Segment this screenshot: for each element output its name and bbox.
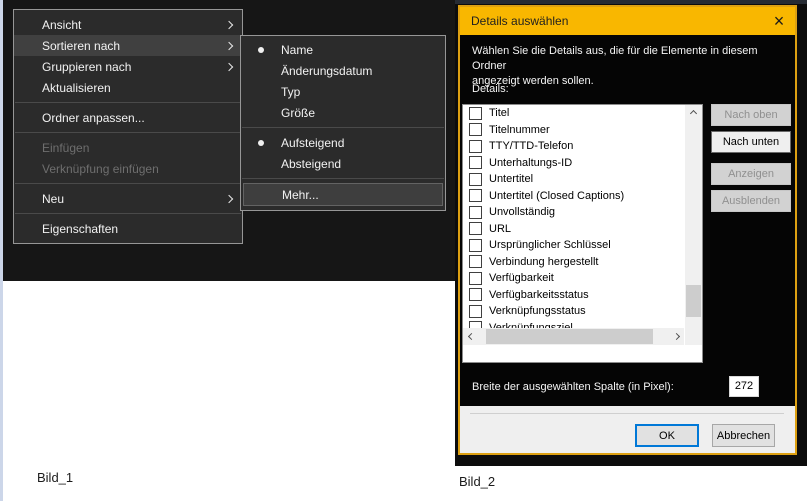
list-item[interactable]: Titel	[463, 105, 684, 122]
menu-separator	[15, 183, 241, 184]
menu-separator	[15, 132, 241, 133]
nach-unten-button[interactable]: Nach unten	[711, 131, 791, 153]
checkbox[interactable]	[469, 255, 482, 269]
ausblenden-button: Ausblenden	[711, 190, 791, 212]
dialog-footer: OK Abbrechen	[460, 406, 795, 453]
radio-bullet-icon	[258, 140, 264, 146]
checkbox[interactable]	[469, 271, 482, 285]
listbox-items: Titel Titelnummer TTY/TTD-Telefon Unterh…	[463, 105, 684, 344]
scroll-left-icon[interactable]	[463, 328, 479, 345]
details-dialog: Details auswählen × Wählen Sie die Detai…	[458, 5, 797, 455]
checkbox[interactable]	[469, 238, 482, 252]
menu-item-einfuegen: Einfügen	[42, 140, 90, 155]
image-caption-1: Bild_1	[37, 470, 74, 485]
submenu-item-name[interactable]: Name	[241, 39, 445, 60]
anzeigen-button: Anzeigen	[711, 163, 791, 185]
menu-separator	[242, 178, 444, 179]
image-caption-2: Bild_2	[459, 474, 496, 489]
radio-bullet-icon	[258, 47, 264, 53]
ok-button[interactable]: OK	[635, 424, 699, 447]
cancel-button[interactable]: Abbrechen	[712, 424, 775, 447]
checkbox[interactable]	[469, 189, 482, 203]
checkbox[interactable]	[469, 222, 482, 236]
list-item[interactable]: Ursprünglicher Schlüssel	[463, 237, 684, 254]
checkbox[interactable]	[469, 205, 482, 219]
list-item[interactable]: Verfügbarkeit	[463, 270, 684, 287]
submenu-item-mehr[interactable]: Mehr...	[243, 183, 443, 206]
submenu-item-groesse[interactable]: Größe	[241, 102, 445, 123]
dialog-title: Details auswählen	[471, 14, 569, 28]
details-label: Details:	[472, 83, 509, 95]
dialog-titlebar: Details auswählen ×	[460, 7, 795, 35]
menu-item-eigenschaften[interactable]: Eigenschaften	[14, 218, 242, 239]
list-item[interactable]: URL	[463, 221, 684, 238]
list-item[interactable]: Unvollständig	[463, 204, 684, 221]
list-item[interactable]: Unterhaltungs-ID	[463, 155, 684, 172]
dialog-intro-text: Wählen Sie die Details aus, die für die …	[472, 45, 758, 87]
list-item[interactable]: Verbindung hergestellt	[463, 254, 684, 271]
footer-separator	[470, 413, 784, 414]
horizontal-scrollbar[interactable]	[463, 328, 684, 345]
checkbox[interactable]	[469, 288, 482, 302]
submenu-item-aenderungsdatum[interactable]: Änderungsdatum	[241, 60, 445, 81]
checkbox[interactable]	[469, 304, 482, 318]
submenu-item-aufsteigend[interactable]: Aufsteigend	[241, 132, 445, 153]
vertical-scroll-thumb[interactable]	[686, 285, 701, 317]
list-item[interactable]: Verknüpfungsstatus	[463, 303, 684, 320]
vertical-scrollbar[interactable]	[685, 105, 702, 344]
menu-separator	[15, 213, 241, 214]
checkbox[interactable]	[469, 139, 482, 153]
menu-item-ansicht[interactable]: Ansicht	[14, 14, 242, 35]
menu-item-verknuepfung-einfuegen: Verknüpfung einfügen	[42, 161, 159, 176]
menu-separator	[242, 127, 444, 128]
sort-submenu: Name Änderungsdatum Typ Größe Aufsteigen…	[240, 35, 446, 211]
list-item[interactable]: TTY/TTD-Telefon	[463, 138, 684, 155]
screenshot-1-background: Ansicht Sortieren nach Gruppieren nach A…	[3, 0, 455, 281]
menu-item-gruppieren-nach[interactable]: Gruppieren nach	[14, 56, 242, 77]
menu-item-sortieren-nach[interactable]: Sortieren nach	[14, 35, 242, 56]
scroll-up-icon[interactable]	[685, 105, 702, 121]
menu-item-aktualisieren[interactable]: Aktualisieren	[14, 77, 242, 98]
column-width-input[interactable]: 272	[729, 376, 759, 397]
scrollbar-corner	[685, 328, 702, 345]
list-item[interactable]: Untertitel	[463, 171, 684, 188]
chevron-right-icon	[224, 62, 234, 71]
background-window-edge	[455, 0, 807, 4]
context-menu: Ansicht Sortieren nach Gruppieren nach A…	[13, 9, 243, 244]
list-item[interactable]: Untertitel (Closed Captions)	[463, 188, 684, 205]
checkbox[interactable]	[469, 123, 482, 137]
horizontal-scroll-thumb[interactable]	[486, 329, 653, 344]
nach-oben-button: Nach oben	[711, 104, 791, 126]
details-listbox: Titel Titelnummer TTY/TTD-Telefon Unterh…	[462, 104, 703, 363]
checkbox[interactable]	[469, 106, 482, 120]
menu-item-neu[interactable]: Neu	[14, 188, 242, 209]
chevron-right-icon	[224, 20, 234, 29]
list-item[interactable]: Titelnummer	[463, 122, 684, 139]
chevron-right-icon	[224, 41, 234, 50]
menu-separator	[15, 102, 241, 103]
screenshot-2-background: Details auswählen × Wählen Sie die Detai…	[455, 0, 807, 466]
chevron-right-icon	[224, 194, 234, 203]
close-icon[interactable]: ×	[763, 7, 795, 35]
list-item[interactable]: Verfügbarkeitsstatus	[463, 287, 684, 304]
scroll-right-icon[interactable]	[668, 328, 684, 345]
checkbox[interactable]	[469, 172, 482, 186]
column-width-label: Breite der ausgewählten Spalte (in Pixel…	[472, 381, 674, 393]
submenu-item-typ[interactable]: Typ	[241, 81, 445, 102]
menu-item-ordner-anpassen[interactable]: Ordner anpassen...	[14, 107, 242, 128]
submenu-item-absteigend[interactable]: Absteigend	[241, 153, 445, 174]
checkbox[interactable]	[469, 156, 482, 170]
